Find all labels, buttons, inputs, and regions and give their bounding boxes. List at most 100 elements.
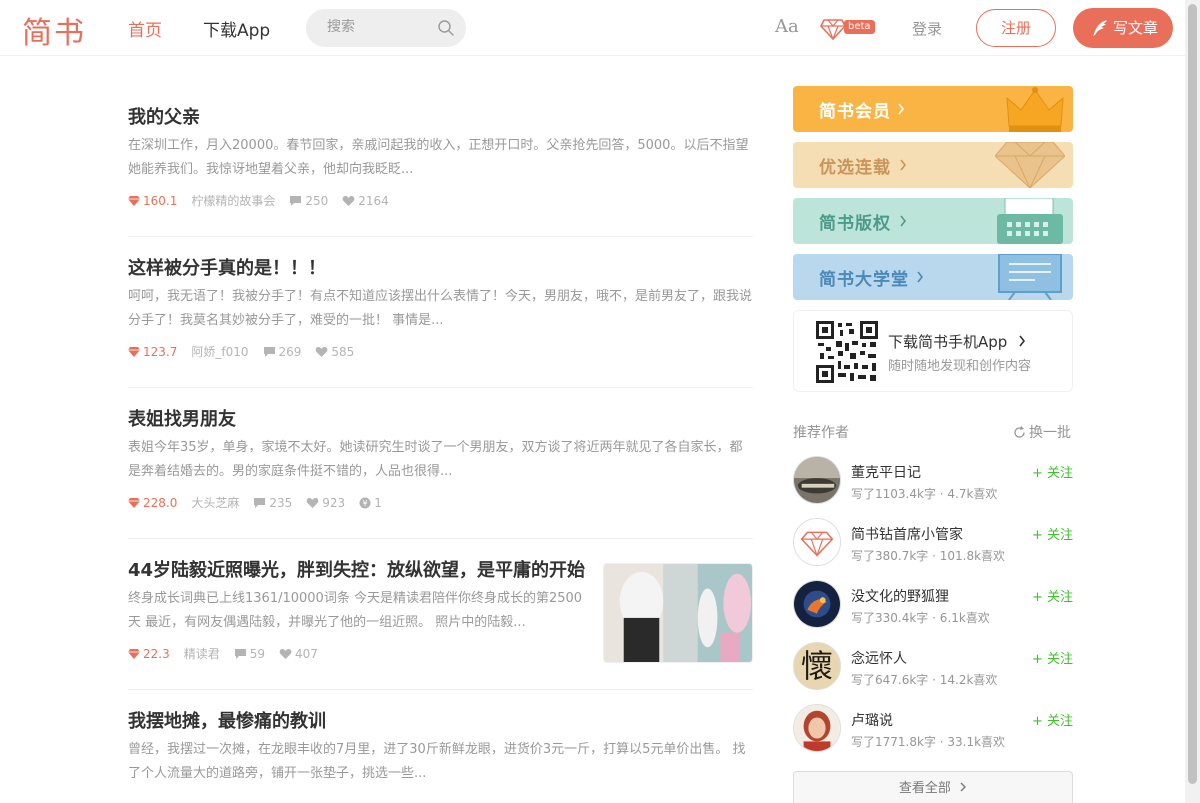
author-item: 董克平日记 写了1103.4k字 · 4.7k喜欢 + 关注 <box>793 456 1073 506</box>
jsd-count: 123.7 <box>128 345 177 359</box>
jsd-value: 228.0 <box>143 495 178 510</box>
comment-icon <box>263 346 275 357</box>
follow-button[interactable]: + 关注 <box>1032 524 1073 543</box>
jsd-count: 22.3 <box>128 647 170 661</box>
board-vip[interactable]: 简书会员 <box>793 86 1073 132</box>
view-all-authors-button[interactable]: 查看全部 <box>793 771 1073 803</box>
comment-count[interactable]: 235 <box>253 496 292 510</box>
like-value: 585 <box>331 344 355 359</box>
diamond-icon <box>128 346 140 357</box>
author-name[interactable]: 卢璐说 <box>851 710 893 730</box>
follow-button[interactable]: + 关注 <box>1032 710 1073 729</box>
search-box <box>306 9 466 47</box>
author-stats: 写了1771.8k字 · 33.1k喜欢 <box>851 735 1006 749</box>
author-name[interactable]: 念远怀人 <box>851 648 907 668</box>
search-input[interactable] <box>327 19 427 35</box>
write-article-label: 写文章 <box>1113 19 1159 37</box>
comment-value: 250 <box>305 193 329 208</box>
author-stats: 写了1103.4k字 · 4.7k喜欢 <box>851 487 998 501</box>
article-abstract: 呵呵，我无语了！我被分手了！有点不知道应该摆出什么表情了！今天，男朋友，哦不，是… <box>128 289 753 328</box>
article-thumbnail[interactable] <box>603 563 753 663</box>
avatar[interactable] <box>793 456 841 504</box>
comment-count[interactable]: 250 <box>289 194 328 208</box>
chevron-right-icon <box>900 159 907 171</box>
jsd-count: 160.1 <box>128 194 177 208</box>
beta-badge: beta <box>844 20 875 34</box>
download-app-card[interactable]: 下载简书手机App 随时随地发现和创作内容 <box>793 310 1073 392</box>
board-serial[interactable]: 优选连载 <box>793 142 1073 188</box>
download-app-title-text: 下载简书手机App <box>888 333 1008 351</box>
list-item: 44岁陆毅近照曝光，胖到失控：放纵欲望，是平庸的开始 终身成长词典已上线1361… <box>128 539 753 690</box>
font-toggle-button[interactable]: Aa <box>775 16 799 37</box>
heart-icon <box>306 497 319 508</box>
author-link[interactable]: 柠檬精的故事会 <box>191 192 275 209</box>
chevron-right-icon <box>900 215 907 227</box>
svg-text:¥: ¥ <box>363 499 368 508</box>
refresh-button[interactable]: 换一批 <box>1013 422 1071 442</box>
write-article-button[interactable]: 写文章 <box>1073 8 1173 48</box>
board-university[interactable]: 简书大学堂 <box>793 254 1073 300</box>
chevron-right-icon <box>898 103 905 115</box>
article-abstract: 终身成长词典已上线1361/10000词条 今天是精读君陪伴你终身成长的第250… <box>128 591 583 630</box>
author-link[interactable]: 阿娇_f010 <box>191 343 248 360</box>
follow-button[interactable]: + 关注 <box>1032 462 1073 481</box>
nav-download-app-link[interactable]: 下载App <box>203 16 270 41</box>
jianshu-logo[interactable]: 简书 <box>22 8 86 52</box>
typewriter-icon <box>997 198 1063 244</box>
like-count: 2164 <box>342 194 389 208</box>
article-title[interactable]: 这样被分手真的是！！！ <box>128 254 326 280</box>
article-title[interactable]: 表姐找男朋友 <box>128 405 236 431</box>
refresh-label: 换一批 <box>1029 425 1071 441</box>
list-item: 表姐找男朋友 表姐今年35岁，单身，家境不太好。她读研究生时谈了一个男朋友，双方… <box>128 388 753 539</box>
follow-button[interactable]: + 关注 <box>1032 586 1073 605</box>
scrollbar-thumb[interactable] <box>1188 4 1197 784</box>
login-link[interactable]: 登录 <box>912 18 942 39</box>
heart-icon <box>342 195 355 206</box>
diamond-icon <box>128 648 140 659</box>
search-icon[interactable] <box>437 19 455 37</box>
avatar[interactable] <box>793 518 841 566</box>
board-label: 简书大学堂 <box>819 270 909 290</box>
author-link[interactable]: 精读君 <box>184 645 220 662</box>
board-copyright[interactable]: 简书版权 <box>793 198 1073 244</box>
qr-code-icon <box>816 321 878 383</box>
jsd-value: 160.1 <box>143 193 178 208</box>
top-navbar: 简书 首页 下载App Aa beta 登录 注册 写文章 <box>0 0 1185 56</box>
author-stats: 写了330.4k字 · 6.1k喜欢 <box>851 611 990 625</box>
like-value: 923 <box>322 495 346 510</box>
jsd-count: 228.0 <box>128 496 177 510</box>
page-scrollbar[interactable] <box>1185 0 1200 803</box>
refresh-icon <box>1014 425 1025 438</box>
avatar-glyph: 懷 <box>800 647 833 685</box>
author-link[interactable]: 大头芝麻 <box>191 494 239 511</box>
author-name[interactable]: 董克平日记 <box>851 462 921 482</box>
download-app-title: 下载简书手机App <box>888 331 1026 352</box>
register-button[interactable]: 注册 <box>976 9 1056 47</box>
like-value: 2164 <box>358 193 389 208</box>
comment-count[interactable]: 269 <box>263 345 301 359</box>
article-title[interactable]: 44岁陆毅近照曝光，胖到失控：放纵欲望，是平庸的开始 <box>128 556 585 582</box>
avatar[interactable]: 懷 <box>793 642 841 690</box>
avatar[interactable] <box>793 704 841 752</box>
crown-icon <box>1006 87 1064 132</box>
chevron-right-icon <box>917 271 924 283</box>
comment-count[interactable]: 59 <box>234 647 265 661</box>
author-name[interactable]: 没文化的野狐狸 <box>851 586 949 606</box>
article-list: 我的父亲 在深圳工作，月入20000。春节回家，亲戚问起我的收入，正想开口时。父… <box>128 86 753 803</box>
author-name[interactable]: 简书钻首席小管家 <box>851 524 963 544</box>
author-stats: 写了380.7k字 · 101.8k喜欢 <box>851 549 1006 563</box>
comment-value: 59 <box>249 646 266 661</box>
diamond-icon <box>128 195 140 206</box>
article-title[interactable]: 我摆地摊，最惨痛的教训 <box>128 707 326 733</box>
article-title[interactable]: 我的父亲 <box>128 103 200 129</box>
author-item: 卢璐说 写了1771.8k字 · 33.1k喜欢 + 关注 <box>793 704 1073 754</box>
blackboard-icon <box>998 254 1062 300</box>
comment-value: 235 <box>269 495 293 510</box>
follow-button[interactable]: + 关注 <box>1032 648 1073 667</box>
article-meta: 160.1 柠檬精的故事会 250 2164 <box>128 192 403 209</box>
board-label: 简书会员 <box>819 102 891 122</box>
diamond-icon[interactable] <box>820 18 846 40</box>
avatar[interactable] <box>793 580 841 628</box>
nav-home-link[interactable]: 首页 <box>128 16 162 41</box>
list-item: 我摆地摊，最惨痛的教训 曾经，我摆过一次摊，在龙眼丰收的7月里，进了30斤新鲜龙… <box>128 690 753 803</box>
